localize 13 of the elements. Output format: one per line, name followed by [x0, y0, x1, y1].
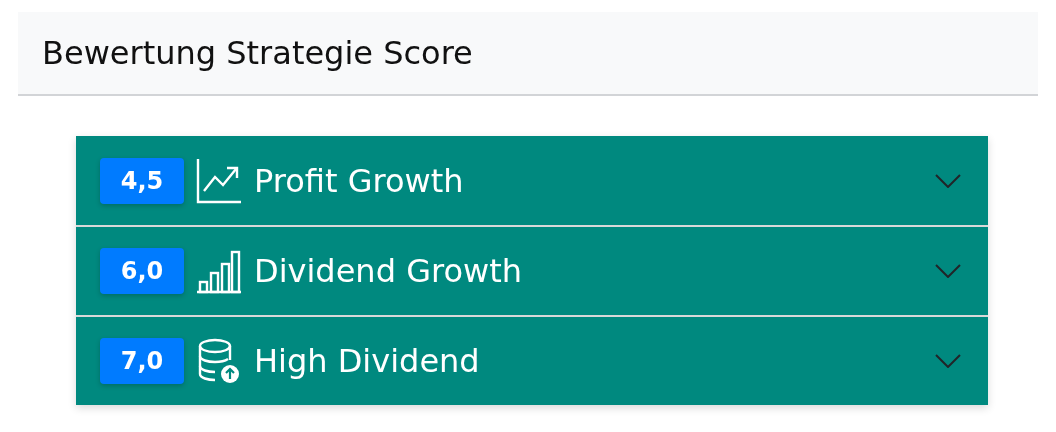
score-badge: 7,0 [100, 338, 184, 384]
bar-chart-icon [196, 248, 242, 294]
accordion-header[interactable]: 7,0 High Dividend [76, 315, 988, 405]
score-badge: 6,0 [100, 248, 184, 294]
chevron-down-icon [935, 354, 961, 368]
accordion-header[interactable]: 6,0 Dividend Growth [76, 225, 988, 315]
chevron-down-icon [935, 173, 961, 188]
database-icon [196, 338, 242, 384]
accordion-header[interactable]: 4,5 Profit Growth [76, 136, 988, 225]
card-title: Bewertung Strategie Score [42, 34, 473, 72]
line-chart-icon [196, 157, 242, 204]
chevron-down-icon [935, 264, 961, 278]
score-badge: 4,5 [100, 157, 184, 204]
